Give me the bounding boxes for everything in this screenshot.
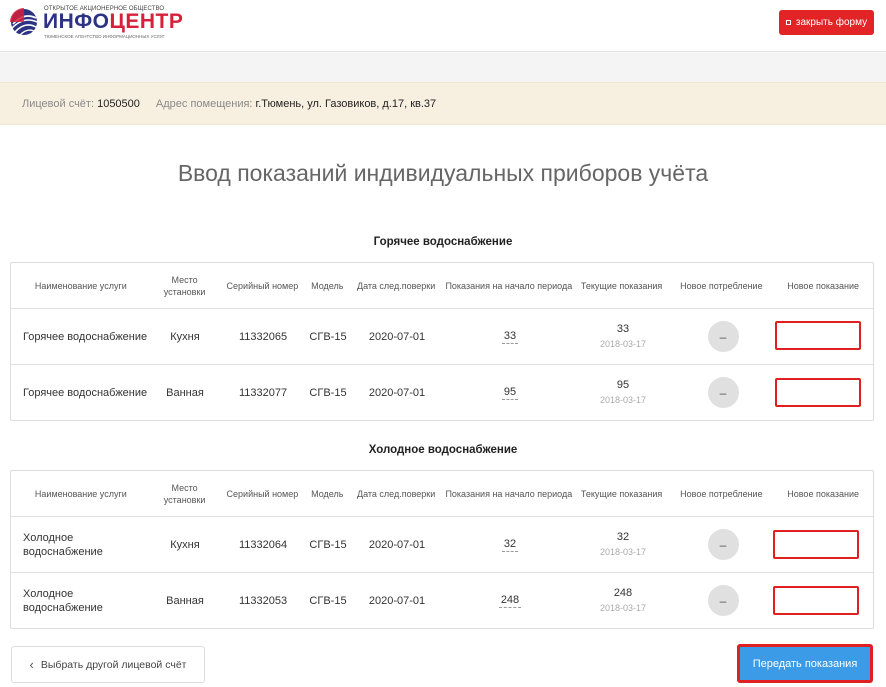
logo: Открытое акционерное общество ИНФОЦЕНТР … <box>10 6 183 40</box>
cold-water-title: Холодное водоснабжение <box>368 444 518 456</box>
col-header-consumption: Новое потребление <box>680 488 763 499</box>
col-header-model: Модель <box>311 488 344 499</box>
hot-water-title: Горячее водоснабжение <box>373 236 513 248</box>
meter-model: СГВ-15 <box>309 594 347 607</box>
table-row: Холодное водоснабжение Ванная 11332053 С… <box>11 572 873 628</box>
col-header-current: Текущие показания <box>580 280 663 291</box>
choose-other-account-label: Выбрать другой лицевой счёт <box>40 658 187 671</box>
table-row: Горячее водоснабжение Ванная 11332077 СГ… <box>11 364 873 420</box>
start-reading[interactable]: 95 <box>501 386 519 400</box>
table-header-row: Наименование услуги Место установки Сери… <box>11 263 873 308</box>
address-label: Адрес помещения: <box>155 97 253 110</box>
current-reading-date: 2018-03-17 <box>599 547 647 557</box>
consumption-badge: – <box>707 529 739 560</box>
meter-serial: 11332053 <box>238 594 288 607</box>
service-name: Горячее водоснабжение <box>23 386 148 399</box>
consumption-cell: – <box>671 321 775 352</box>
current-reading: 33 <box>616 323 630 335</box>
meter-model: СГВ-15 <box>309 330 347 343</box>
col-header-current: Текущие показания <box>580 488 663 499</box>
meter-place: Кухня <box>170 538 200 551</box>
page-title: Ввод показаний индивидуальных приборов у… <box>177 160 709 186</box>
col-header-name: Наименование услуги <box>34 488 127 499</box>
new-reading-input[interactable] <box>775 378 861 407</box>
logo-sub-text: Тюменское агентство информационных услуг <box>44 34 165 39</box>
col-header-consumption: Новое потребление <box>680 280 763 291</box>
meter-serial: 11332077 <box>238 386 288 399</box>
col-header-start: Показания на начало периода <box>445 488 573 499</box>
meter-model: СГВ-15 <box>309 538 347 551</box>
col-header-serial: Серийный номер <box>226 488 299 499</box>
meter-model: СГВ-15 <box>309 386 347 399</box>
logo-globe-icon <box>10 8 38 36</box>
table-header-row: Наименование услуги Место установки Сери… <box>11 471 873 516</box>
new-reading-input[interactable] <box>773 586 859 615</box>
col-header-place: Место установки <box>163 274 206 297</box>
start-reading-cell: 95 <box>445 386 575 400</box>
current-reading-date: 2018-03-17 <box>599 603 647 613</box>
account-info-bar: Лицевой счёт: 1050500 Адрес помещения: г… <box>0 82 886 125</box>
meter-serial: 11332064 <box>238 538 288 551</box>
close-form-button[interactable]: закрыть форму <box>779 10 874 35</box>
service-name: Холодное водоснабжение <box>23 531 103 558</box>
meter-place: Кухня <box>170 330 200 343</box>
meter-serial: 11332065 <box>238 330 288 343</box>
col-header-check-date: Дата след.поверки <box>356 280 436 291</box>
new-reading-input[interactable] <box>775 321 861 350</box>
col-header-name: Наименование услуги <box>34 280 127 291</box>
col-header-model: Модель <box>311 280 344 291</box>
current-reading: 248 <box>613 587 633 599</box>
start-reading-cell: 32 <box>445 538 575 552</box>
start-reading[interactable]: 248 <box>498 594 522 608</box>
hot-water-table: Наименование услуги Место установки Сери… <box>10 262 874 421</box>
cold-water-table: Наименование услуги Место установки Сери… <box>10 470 874 629</box>
consumption-cell: – <box>671 585 775 616</box>
window-icon <box>785 20 791 25</box>
check-date: 2020-07-01 <box>368 330 426 343</box>
col-header-serial: Серийный номер <box>226 280 299 291</box>
check-date: 2020-07-01 <box>368 594 426 607</box>
current-reading-cell: 32 2018-03-17 <box>575 531 671 558</box>
logo-main-text: ИНФОЦЕНТР <box>43 10 184 33</box>
start-reading-cell: 248 <box>445 594 575 608</box>
meter-place: Ванная <box>166 386 204 399</box>
start-reading[interactable]: 33 <box>501 330 519 344</box>
account-label: Лицевой счёт: <box>22 97 95 110</box>
consumption-cell: – <box>671 529 775 560</box>
submit-readings-button[interactable]: Передать показания <box>738 645 872 682</box>
choose-other-account-button[interactable]: ‹ Выбрать другой лицевой счёт <box>11 646 205 683</box>
check-date: 2020-07-01 <box>368 538 426 551</box>
current-reading-date: 2018-03-17 <box>599 339 647 349</box>
new-reading-input[interactable] <box>773 530 859 559</box>
consumption-badge: – <box>707 321 739 352</box>
col-header-place: Место установки <box>163 482 206 505</box>
current-reading-cell: 248 2018-03-17 <box>575 587 671 614</box>
current-reading: 32 <box>616 531 630 543</box>
col-header-check-date: Дата след.поверки <box>356 488 436 499</box>
current-reading: 95 <box>616 379 630 391</box>
service-name: Горячее водоснабжение <box>23 330 148 343</box>
consumption-cell: – <box>671 377 775 408</box>
page-header: Открытое акционерное общество ИНФОЦЕНТР … <box>0 0 886 52</box>
close-form-label: закрыть форму <box>795 17 868 28</box>
table-row: Горячее водоснабжение Кухня 11332065 СГВ… <box>11 308 873 364</box>
current-reading-date: 2018-03-17 <box>599 395 647 405</box>
col-header-new-reading: Новое показание <box>787 488 859 499</box>
spacer-band <box>0 53 886 82</box>
current-reading-cell: 33 2018-03-17 <box>575 323 671 350</box>
col-header-start: Показания на начало периода <box>445 280 573 291</box>
table-row: Холодное водоснабжение Кухня 11332064 СГ… <box>11 516 873 572</box>
service-name: Холодное водоснабжение <box>23 587 103 614</box>
chevron-left-icon: ‹ <box>29 656 34 672</box>
start-reading-cell: 33 <box>445 330 575 344</box>
account-number: 1050500 <box>97 97 140 110</box>
start-reading[interactable]: 32 <box>501 538 519 552</box>
address-value: г.Тюмень, ул. Газовиков, д.17, кв.37 <box>255 97 437 110</box>
consumption-badge: – <box>707 377 739 408</box>
current-reading-cell: 95 2018-03-17 <box>575 379 671 406</box>
meter-place: Ванная <box>166 594 204 607</box>
consumption-badge: – <box>707 585 739 616</box>
check-date: 2020-07-01 <box>368 386 426 399</box>
col-header-new-reading: Новое показание <box>787 280 859 291</box>
